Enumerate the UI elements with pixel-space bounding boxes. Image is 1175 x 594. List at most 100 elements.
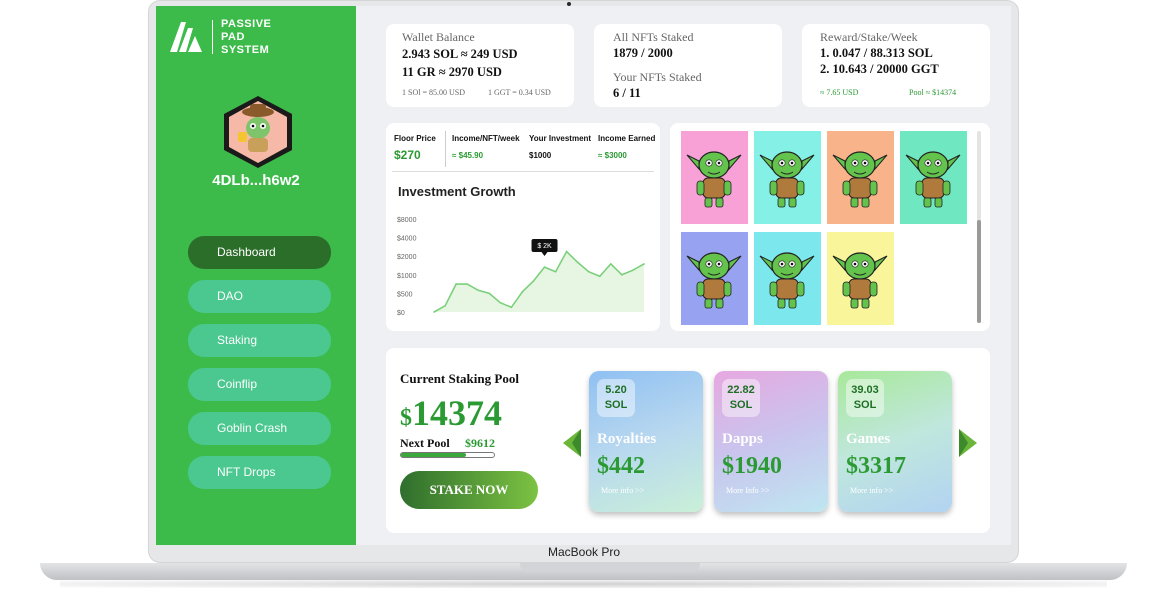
sidebar: PASSIVE PAD SYSTEM 4DLb...h6w2 Dashboard… bbox=[156, 6, 356, 545]
goblin-icon bbox=[686, 252, 742, 309]
reward-usd: ≈ 7.65 USD bbox=[820, 88, 859, 97]
series-area bbox=[434, 251, 644, 312]
data-point bbox=[598, 275, 601, 278]
pool-name: Royalties bbox=[597, 431, 657, 447]
goblin-icon bbox=[759, 252, 815, 309]
wallet-balance-title: Wallet Balance bbox=[402, 30, 475, 44]
staking-pool-currency: $ bbox=[400, 405, 412, 431]
nft-scrollbar-thumb[interactable] bbox=[977, 220, 981, 323]
goblin-icon bbox=[905, 151, 961, 208]
y-tick-label: $2000 bbox=[397, 254, 417, 261]
nfts-staked-card: All NFTs Staked 1879 / 2000 Your NFTs St… bbox=[594, 24, 782, 107]
data-point bbox=[532, 280, 535, 282]
screen: PASSIVE PAD SYSTEM 4DLb...h6w2 Dashboard… bbox=[156, 6, 1011, 545]
pool-name: Dapps bbox=[722, 431, 763, 447]
avatar[interactable] bbox=[222, 94, 294, 170]
stake-now-button[interactable]: STAKE NOW bbox=[400, 471, 538, 509]
logo-icon bbox=[170, 22, 202, 52]
reward-card: Reward/Stake/Week 1. 0.047 / 88.313 SOL … bbox=[802, 24, 990, 107]
wallet-balance-sol: 2.943 SOL ≈ 249 USD bbox=[402, 47, 518, 61]
laptop-brand-label: MacBook Pro bbox=[547, 545, 621, 559]
sidebar-item-goblin-crash[interactable]: Goblin Crash bbox=[188, 412, 331, 445]
nft-card-goblin-sunglasses[interactable] bbox=[754, 131, 821, 224]
next-pool-progress bbox=[400, 452, 495, 458]
pool-badge: 39.03 SOL bbox=[846, 379, 884, 417]
logo-text: PASSIVE PAD SYSTEM bbox=[221, 18, 291, 57]
data-point bbox=[610, 263, 612, 265]
reward-pool: Pool ≈ $14374 bbox=[909, 88, 957, 97]
pool-sol-unit: SOL bbox=[853, 399, 877, 411]
y-tick-label: $8000 bbox=[397, 217, 417, 224]
nft-card-goblin-plain[interactable] bbox=[827, 131, 894, 224]
chart-tooltip-label: $ 2K bbox=[537, 243, 552, 250]
data-point bbox=[499, 301, 502, 304]
pools-prev-arrow[interactable] bbox=[562, 428, 582, 458]
data-point bbox=[621, 274, 623, 276]
pool-more-info-link[interactable]: More Info >> bbox=[726, 486, 770, 495]
data-point bbox=[554, 270, 557, 273]
sidebar-item-dao[interactable]: DAO bbox=[188, 280, 331, 313]
goblin-icon bbox=[759, 151, 815, 208]
nft-card-goblin-king-crown[interactable] bbox=[681, 131, 748, 224]
next-pool-value: $9612 bbox=[465, 436, 495, 450]
sidebar-item-dashboard[interactable]: Dashboard bbox=[188, 236, 331, 269]
pool-more-info-link[interactable]: More info >> bbox=[850, 486, 893, 495]
data-point bbox=[521, 291, 524, 293]
pool-amount: $442 bbox=[597, 453, 645, 479]
y-tick-label: $0 bbox=[397, 310, 405, 317]
staking-pool-amount-value: 14374 bbox=[412, 393, 502, 433]
sol-rate: 1 SOl = 85.00 USD bbox=[402, 88, 465, 97]
pool-badge: 5.20 SOL bbox=[597, 379, 635, 417]
pool-card-royalties[interactable]: 5.20 SOL Royalties $442 More info >> bbox=[589, 371, 703, 512]
goblin-icon bbox=[832, 252, 888, 309]
pool-amount: $3317 bbox=[846, 453, 906, 479]
pool-amount-value: 3317 bbox=[858, 453, 906, 479]
ggt-rate: 1 GGT = 0.34 USD bbox=[488, 88, 551, 97]
logo-line-3: SYSTEM bbox=[221, 44, 270, 56]
data-point bbox=[466, 283, 468, 285]
data-point bbox=[543, 266, 546, 268]
data-point bbox=[643, 263, 645, 265]
goblin-icon bbox=[832, 151, 888, 208]
your-nfts-staked-value: 6 / 11 bbox=[613, 86, 641, 100]
nft-card-goblin-cowboy-hat[interactable] bbox=[827, 232, 894, 325]
sidebar-item-nft-drops[interactable]: NFT Drops bbox=[188, 456, 331, 489]
your-nfts-staked-title: Your NFTs Staked bbox=[613, 70, 702, 84]
nft-card-goblin-headband[interactable] bbox=[754, 232, 821, 325]
sidebar-nav: Dashboard DAO Staking Coinflip Goblin Cr… bbox=[188, 236, 331, 500]
reward-line-1: 1. 0.047 / 88.313 SOL bbox=[820, 46, 933, 60]
pool-amount: $1940 bbox=[722, 453, 782, 479]
data-point bbox=[510, 306, 513, 309]
nft-grid-card bbox=[670, 123, 990, 331]
data-point bbox=[632, 269, 634, 271]
data-point bbox=[587, 270, 590, 273]
pool-more-info-link[interactable]: More info >> bbox=[601, 486, 644, 495]
y-tick-label: $1000 bbox=[397, 273, 417, 280]
next-pool-label: Next Pool bbox=[400, 436, 450, 450]
nft-card-goblin-viking-helmet[interactable] bbox=[900, 131, 967, 224]
sidebar-item-staking[interactable]: Staking bbox=[188, 324, 331, 357]
logo[interactable]: PASSIVE PAD SYSTEM bbox=[168, 18, 348, 58]
data-point bbox=[576, 261, 579, 264]
data-point bbox=[565, 250, 568, 253]
data-point bbox=[444, 305, 446, 307]
logo-line-2: PAD bbox=[221, 31, 245, 43]
staking-pool-amount: $14374 bbox=[400, 392, 502, 434]
pool-amount-value: 442 bbox=[609, 453, 645, 479]
pool-card-games[interactable]: 39.03 SOL Games $3317 More info >> bbox=[838, 371, 952, 512]
wallet-balance-gr: 11 GR ≈ 2970 USD bbox=[402, 65, 502, 79]
data-point bbox=[455, 283, 457, 285]
pool-amount-value: 1940 bbox=[734, 453, 782, 479]
wallet-address[interactable]: 4DLb...h6w2 bbox=[156, 172, 356, 189]
nft-card-goblin-mask-sack[interactable] bbox=[681, 232, 748, 325]
investment-card: Floor Price $270 Income/NFT/week ≈ $45.9… bbox=[386, 123, 660, 331]
pool-sol-unit: SOL bbox=[729, 399, 753, 411]
sidebar-item-coinflip[interactable]: Coinflip bbox=[188, 368, 331, 401]
pools-next-arrow[interactable] bbox=[958, 428, 978, 458]
pool-card-dapps[interactable]: 22.82 SOL Dapps $1940 More Info >> bbox=[714, 371, 828, 512]
all-nfts-staked-value: 1879 / 2000 bbox=[613, 46, 673, 60]
logo-line-1: PASSIVE bbox=[221, 18, 272, 30]
pool-badge: 22.82 SOL bbox=[722, 379, 760, 417]
pool-sol-value: 39.03 bbox=[851, 384, 879, 396]
data-point bbox=[433, 311, 435, 313]
